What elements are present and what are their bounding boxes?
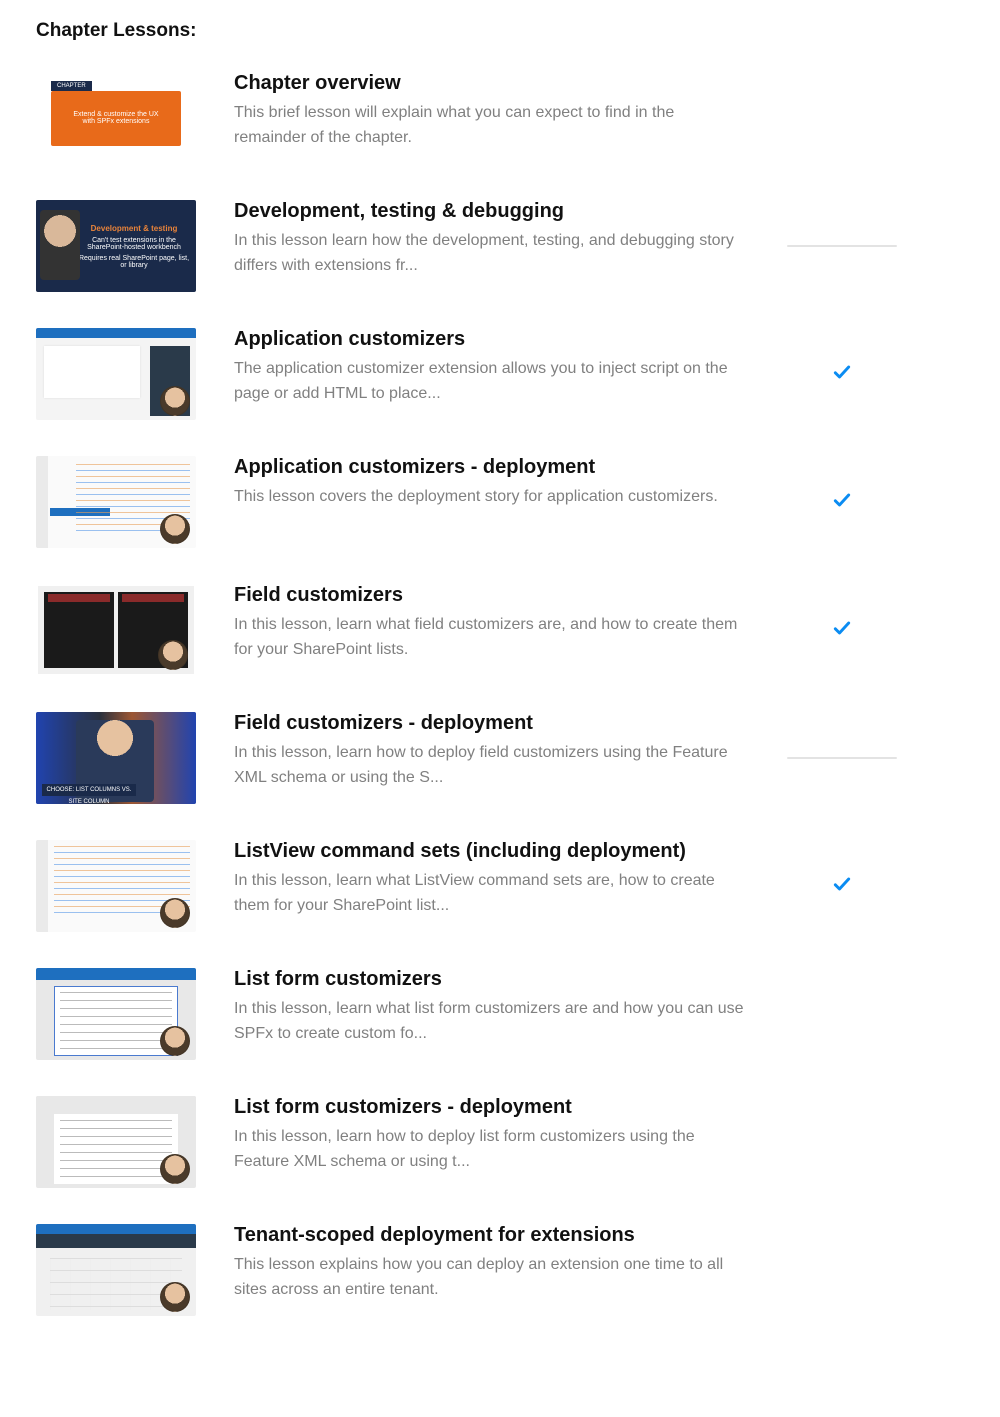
thumb-text: Requires real SharePoint page, list, or …: [78, 255, 190, 269]
thumb-heading: Development & testing: [78, 224, 190, 233]
presenter-avatar: [160, 898, 190, 928]
lesson-description: In this lesson, learn what field customi…: [234, 613, 744, 663]
lesson-item[interactable]: ListView command sets (including deploym…: [36, 840, 964, 932]
lesson-status: [782, 245, 902, 247]
presenter-avatar: [160, 1026, 190, 1056]
check-icon: [832, 362, 852, 387]
section-title: Chapter Lessons:: [36, 20, 964, 42]
lesson-thumbnail: CHAPTER Extend & customize the UX with S…: [36, 72, 196, 164]
lesson-item[interactable]: CHOOSE: LIST COLUMNS VS. SITE COLUMN Fie…: [36, 712, 964, 804]
check-icon: [832, 490, 852, 515]
lesson-description: In this lesson, learn what list form cus…: [234, 997, 744, 1047]
lesson-title: List form customizers - deployment: [234, 1096, 744, 1119]
lesson-title: Chapter overview: [234, 72, 744, 95]
lesson-item[interactable]: Tenant-scoped deployment for extensions …: [36, 1224, 964, 1316]
lesson-thumbnail: [36, 1224, 196, 1316]
lesson-item[interactable]: Application customizers The application …: [36, 328, 964, 420]
lesson-title: Field customizers: [234, 584, 744, 607]
lesson-item[interactable]: Application customizers - deployment Thi…: [36, 456, 964, 548]
lesson-description: The application customizer extension all…: [234, 357, 744, 407]
lesson-description: This lesson covers the deployment story …: [234, 485, 744, 510]
lesson-item[interactable]: CHAPTER Extend & customize the UX with S…: [36, 72, 964, 164]
presenter-avatar: [160, 1282, 190, 1312]
lesson-list: CHAPTER Extend & customize the UX with S…: [36, 72, 964, 1316]
check-icon: [832, 874, 852, 899]
thumb-text: Can't test extensions in the SharePoint-…: [78, 237, 190, 251]
presenter-avatar: [160, 386, 190, 416]
lesson-description: This brief lesson will explain what you …: [234, 101, 744, 151]
lesson-title: ListView command sets (including deploym…: [234, 840, 744, 863]
progress-indicator: [787, 757, 897, 759]
lesson-description: In this lesson learn how the development…: [234, 229, 744, 279]
thumb-label: CHOOSE: LIST COLUMNS VS. SITE COLUMN: [42, 784, 136, 796]
lesson-title: List form customizers: [234, 968, 744, 991]
lesson-thumbnail: [36, 968, 196, 1060]
presenter-avatar: [160, 1154, 190, 1184]
lesson-title: Tenant-scoped deployment for extensions: [234, 1224, 744, 1247]
lesson-thumbnail: [36, 1096, 196, 1188]
lesson-description: In this lesson, learn what ListView comm…: [234, 869, 744, 919]
lesson-status: [782, 874, 902, 899]
presenter-avatar: [160, 514, 190, 544]
lesson-thumbnail: Development & testing Can't test extensi…: [36, 200, 196, 292]
lesson-thumbnail: [36, 456, 196, 548]
lesson-item[interactable]: List form customizers In this lesson, le…: [36, 968, 964, 1060]
lesson-description: In this lesson, learn how to deploy fiel…: [234, 741, 744, 791]
lesson-status: [782, 490, 902, 515]
presenter-photo: [40, 210, 80, 280]
lesson-item[interactable]: Development & testing Can't test extensi…: [36, 200, 964, 292]
presenter-avatar: [158, 640, 188, 670]
progress-indicator: [787, 245, 897, 247]
lesson-title: Application customizers - deployment: [234, 456, 744, 479]
lesson-status: [782, 757, 902, 759]
lesson-description: This lesson explains how you can deploy …: [234, 1253, 744, 1303]
thumb-text: with SPFx extensions: [57, 118, 175, 125]
lesson-item[interactable]: Field customizers In this lesson, learn …: [36, 584, 964, 676]
lesson-thumbnail: [36, 840, 196, 932]
lesson-title: Application customizers: [234, 328, 744, 351]
thumb-text: Extend & customize the UX: [57, 111, 175, 118]
lesson-status: [782, 618, 902, 643]
lesson-item[interactable]: List form customizers - deployment In th…: [36, 1096, 964, 1188]
chapter-tag: CHAPTER: [51, 81, 92, 91]
lesson-thumbnail: CHOOSE: LIST COLUMNS VS. SITE COLUMN: [36, 712, 196, 804]
lesson-title: Development, testing & debugging: [234, 200, 744, 223]
lesson-status: [782, 362, 902, 387]
lesson-thumbnail: [36, 328, 196, 420]
lesson-title: Field customizers - deployment: [234, 712, 744, 735]
lesson-description: In this lesson, learn how to deploy list…: [234, 1125, 744, 1175]
lesson-thumbnail: [36, 584, 196, 676]
check-icon: [832, 618, 852, 643]
